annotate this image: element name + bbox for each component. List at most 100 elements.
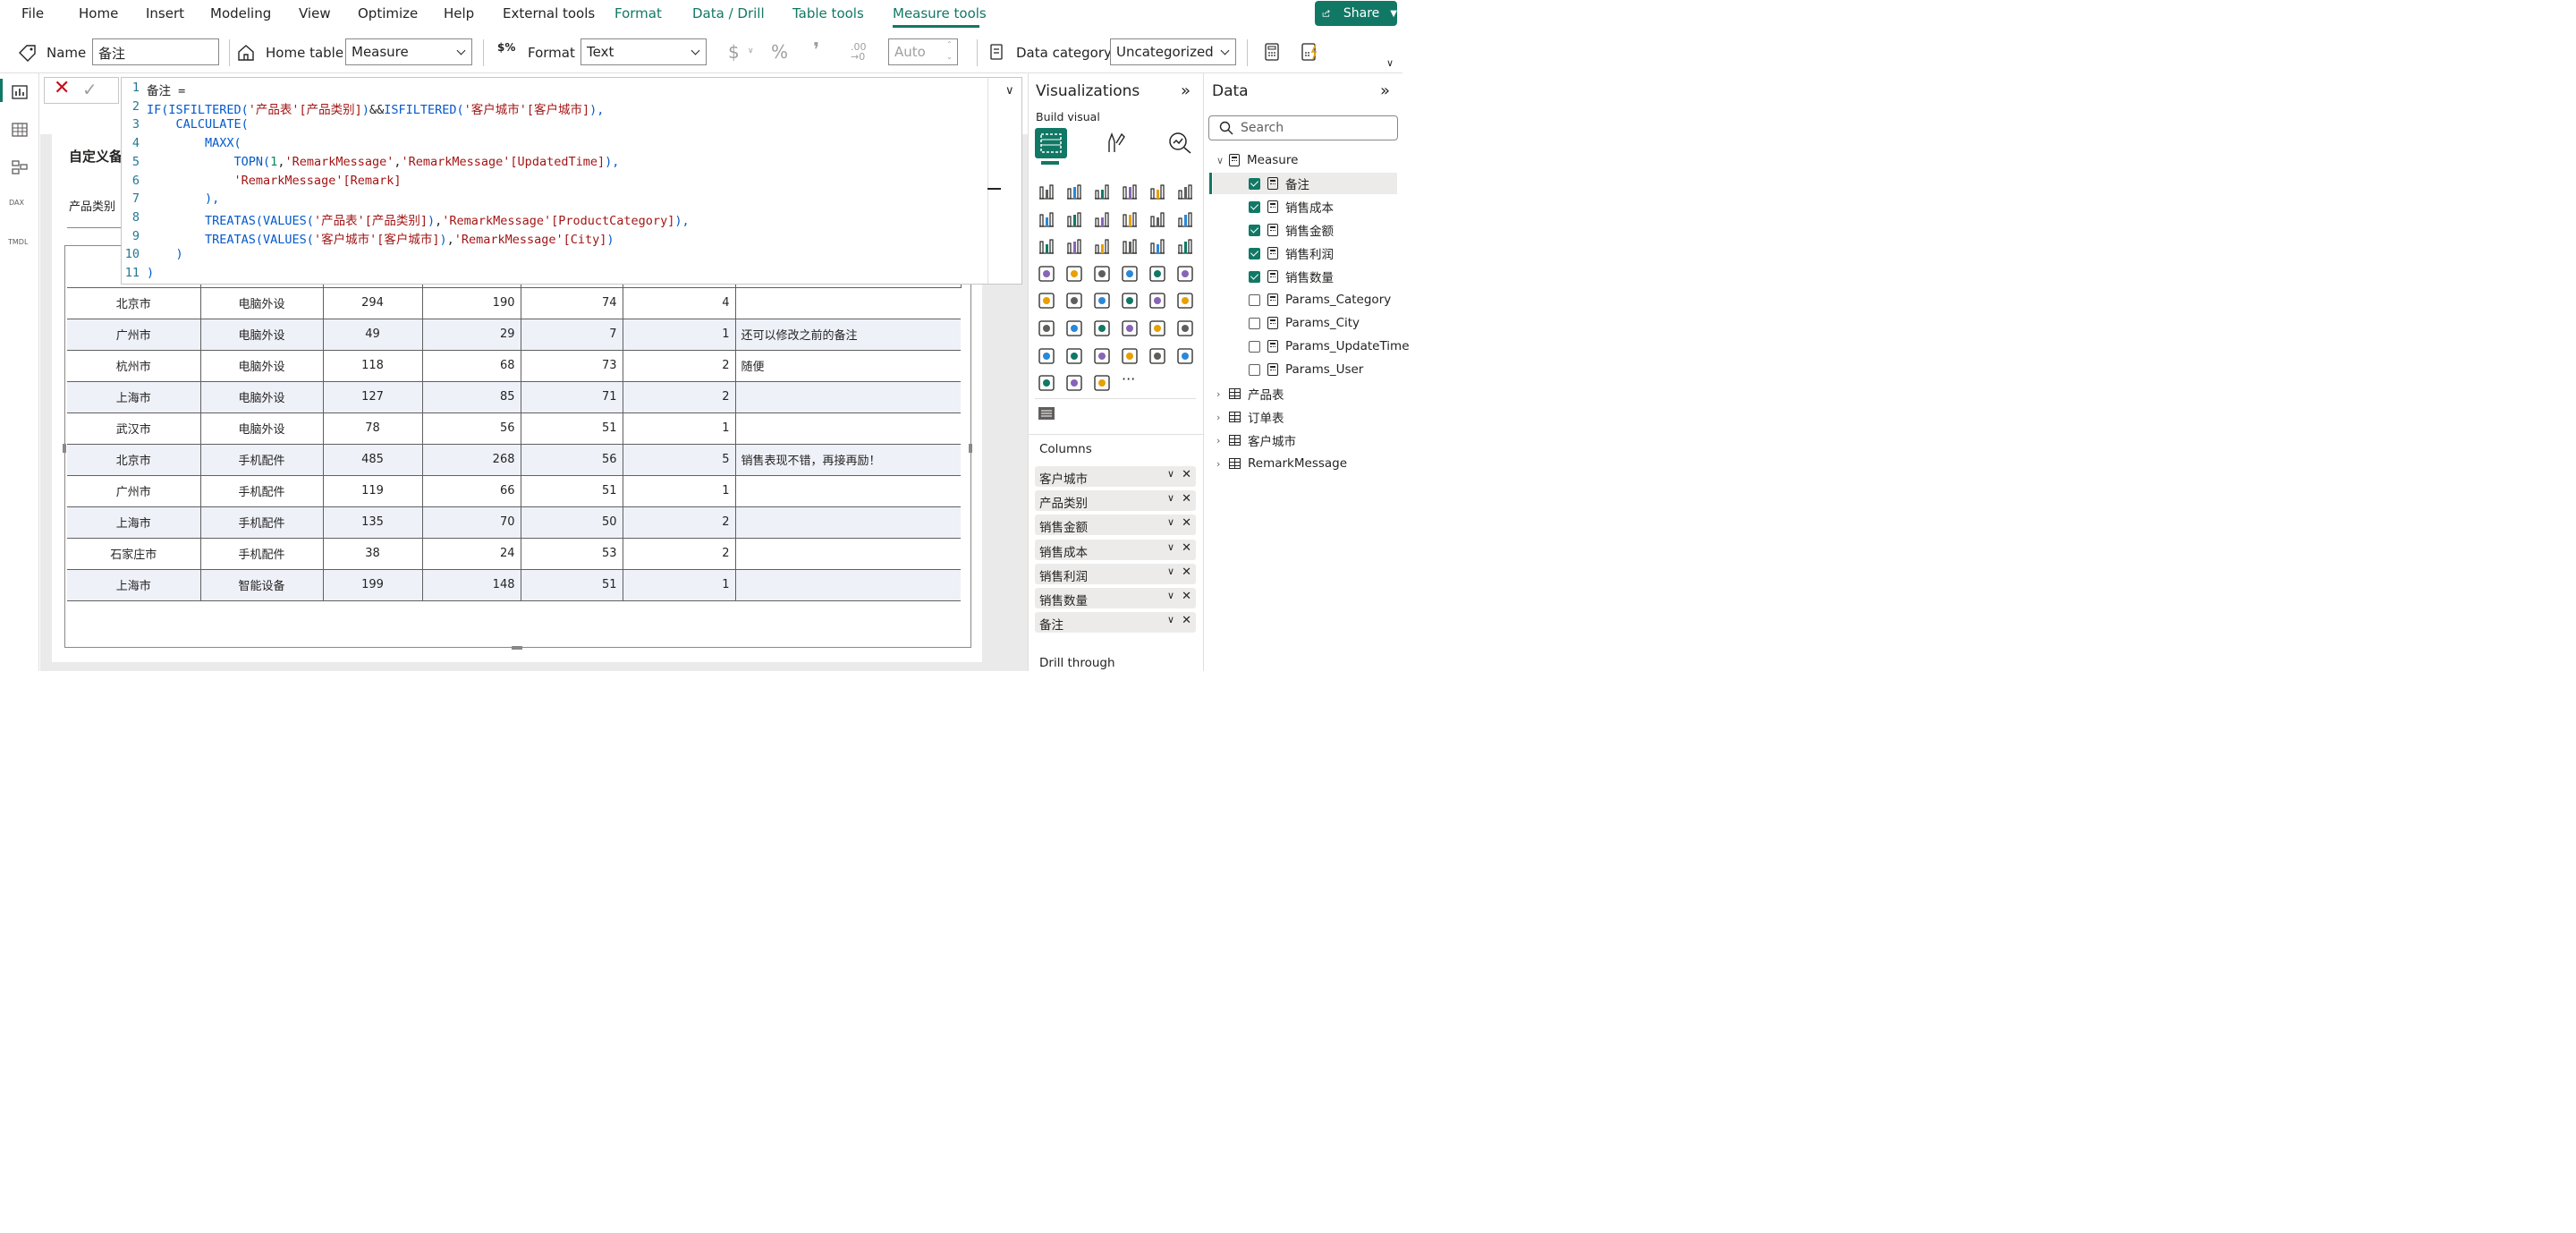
table-row[interactable]: 上海市 电脑外设 127 85 71 2 — [67, 381, 961, 413]
smart-narrative-icon[interactable] — [1175, 319, 1195, 338]
multi-row-card-icon[interactable] — [1064, 291, 1084, 310]
key-influencers-icon[interactable] — [1092, 319, 1112, 338]
column-field-pill[interactable]: 销售成本 ∨ ✕ — [1035, 539, 1196, 560]
shape-map-icon[interactable] — [1120, 264, 1140, 284]
stacked-column-chart-icon[interactable] — [1064, 182, 1084, 201]
remove-field-icon[interactable]: ✕ — [1182, 614, 1191, 627]
collapse-formula-icon[interactable]: ∨ — [1005, 84, 1014, 98]
azure-map-icon[interactable] — [1148, 264, 1167, 284]
stacked-bar-chart-icon[interactable] — [1037, 182, 1056, 201]
table-row[interactable]: 广州市 手机配件 119 66 51 1 — [67, 475, 961, 507]
home-table-select[interactable]: Measure — [345, 38, 472, 65]
menu-table-tools[interactable]: Table tools — [792, 5, 864, 21]
clustered-column-chart-icon[interactable] — [1120, 182, 1140, 201]
button-slicer-icon[interactable] — [1175, 346, 1195, 366]
remove-field-icon[interactable]: ✕ — [1182, 516, 1191, 530]
map-icon[interactable] — [1064, 264, 1084, 284]
table-row[interactable]: 武汉市 电脑外设 78 56 51 1 — [67, 412, 961, 445]
chevron-right-icon[interactable]: › — [1216, 435, 1227, 446]
power-platform-icon[interactable] — [1064, 373, 1084, 393]
chevron-down-icon[interactable]: ∨ — [1167, 590, 1174, 601]
resize-handle[interactable] — [63, 444, 66, 453]
resize-handle[interactable] — [512, 646, 522, 650]
commit-check-icon[interactable]: ✓ — [82, 79, 97, 100]
resize-handle[interactable] — [969, 444, 972, 453]
remove-field-icon[interactable]: ✕ — [1182, 541, 1191, 555]
qna-icon[interactable] — [1148, 319, 1167, 338]
comma-button[interactable]: ❜ — [813, 39, 819, 62]
analytics-icon[interactable] — [1167, 131, 1192, 154]
calculator-icon[interactable] — [1264, 42, 1280, 62]
field-checkbox[interactable] — [1249, 247, 1260, 259]
table-node[interactable]: › 订单表 — [1216, 406, 1284, 428]
table-node[interactable]: › 产品表 — [1216, 383, 1284, 404]
remove-field-icon[interactable]: ✕ — [1182, 468, 1191, 481]
chevron-down-icon[interactable]: ∨ — [1167, 614, 1174, 625]
field-checkbox[interactable] — [1249, 293, 1260, 306]
search-input[interactable]: Search — [1241, 121, 1284, 135]
more-visuals-icon[interactable]: ··· — [1122, 370, 1135, 387]
column-field-pill[interactable]: 产品类别 ∨ ✕ — [1035, 490, 1196, 512]
column-field-pill[interactable]: 销售金额 ∨ ✕ — [1035, 514, 1196, 536]
field-checkbox[interactable] — [1249, 340, 1260, 353]
power-automate-icon[interactable] — [1148, 346, 1167, 366]
chevron-right-icon[interactable]: › — [1216, 412, 1227, 423]
filled-map-icon[interactable] — [1092, 264, 1112, 284]
line-stacked-column-icon[interactable] — [1175, 209, 1195, 229]
menu-view[interactable]: View — [299, 5, 331, 21]
area-chart-icon[interactable] — [1064, 209, 1084, 229]
r-visual-icon[interactable] — [1037, 319, 1056, 338]
python-visual-icon[interactable] — [1064, 319, 1084, 338]
table-row[interactable]: 上海市 智能设备 199 148 51 1 — [67, 569, 961, 601]
measure-field[interactable]: Params_UpdateTime — [1213, 336, 1410, 357]
measure-field[interactable]: Params_City — [1213, 312, 1360, 334]
remove-field-icon[interactable]: ✕ — [1182, 492, 1191, 506]
table-row[interactable]: 北京市 手机配件 485 268 56 5 销售表现不错，再接再励！ — [67, 444, 961, 476]
menu-file[interactable]: File — [21, 5, 44, 21]
search-box[interactable] — [1208, 115, 1398, 140]
chevron-right-icon[interactable]: › — [1216, 388, 1227, 400]
slicer-icon[interactable] — [1120, 291, 1140, 310]
quick-measure-icon[interactable] — [1301, 42, 1320, 62]
paginated-report-icon[interactable] — [1037, 404, 1056, 422]
measure-field[interactable]: 备注 — [1213, 173, 1397, 194]
measure-field[interactable]: Params_Category — [1213, 289, 1391, 310]
data-category-select[interactable]: Uncategorized — [1110, 38, 1236, 65]
format-visual-icon[interactable] — [1104, 131, 1127, 154]
table-icon[interactable] — [1148, 291, 1167, 310]
format-select[interactable]: Text — [580, 38, 707, 65]
gauge-icon[interactable] — [1175, 264, 1195, 284]
metrics-icon[interactable] — [1037, 346, 1056, 366]
measure-field[interactable]: 销售成本 — [1213, 196, 1334, 217]
funnel-chart-icon[interactable] — [1092, 236, 1112, 256]
waterfall-chart-icon[interactable] — [1064, 236, 1084, 256]
field-checkbox[interactable] — [1249, 317, 1260, 329]
dax-query-view-icon[interactable]: DAX — [9, 199, 24, 207]
cancel-icon[interactable]: ✕ — [54, 77, 70, 99]
chevron-down-icon[interactable]: ∨ — [1167, 492, 1174, 504]
chevron-down-icon[interactable]: ∨ — [1167, 468, 1174, 480]
measure-table-node[interactable]: ∨ Measure — [1216, 149, 1298, 171]
column-field-pill[interactable]: 备注 ∨ ✕ — [1035, 612, 1196, 634]
kpi-icon[interactable] — [1092, 291, 1112, 310]
power-apps-icon[interactable] — [1120, 346, 1140, 366]
menu-modeling[interactable]: Modeling — [210, 5, 271, 21]
card-icon[interactable] — [1037, 291, 1056, 310]
table-row[interactable]: 石家庄市 手机配件 38 24 53 2 — [67, 538, 961, 570]
100-stacked-area-chart-icon[interactable] — [1120, 209, 1140, 229]
remove-field-icon[interactable]: ✕ — [1182, 590, 1191, 603]
matrix-icon[interactable] — [1175, 291, 1195, 310]
measure-field[interactable]: 销售利润 — [1213, 242, 1334, 264]
measure-field[interactable]: 销售金额 — [1213, 219, 1334, 241]
share-button[interactable]: Share ▼ — [1315, 1, 1397, 26]
table-row[interactable]: 广州市 电脑外设 49 29 7 1 还可以修改之前的备注 — [67, 319, 961, 351]
collapse-pane-icon[interactable]: » — [1181, 81, 1191, 100]
field-checkbox[interactable] — [1249, 177, 1260, 190]
chevron-down-icon[interactable]: ∨ — [1167, 565, 1174, 577]
field-checkbox[interactable] — [1249, 200, 1260, 213]
menu-insert[interactable]: Insert — [146, 5, 184, 21]
table-node[interactable]: › RemarkMessage — [1216, 453, 1347, 474]
menu-help[interactable]: Help — [444, 5, 474, 21]
paginated-visual-icon[interactable] — [1064, 346, 1084, 366]
spin-down-icon[interactable]: ⌄ — [946, 53, 953, 61]
